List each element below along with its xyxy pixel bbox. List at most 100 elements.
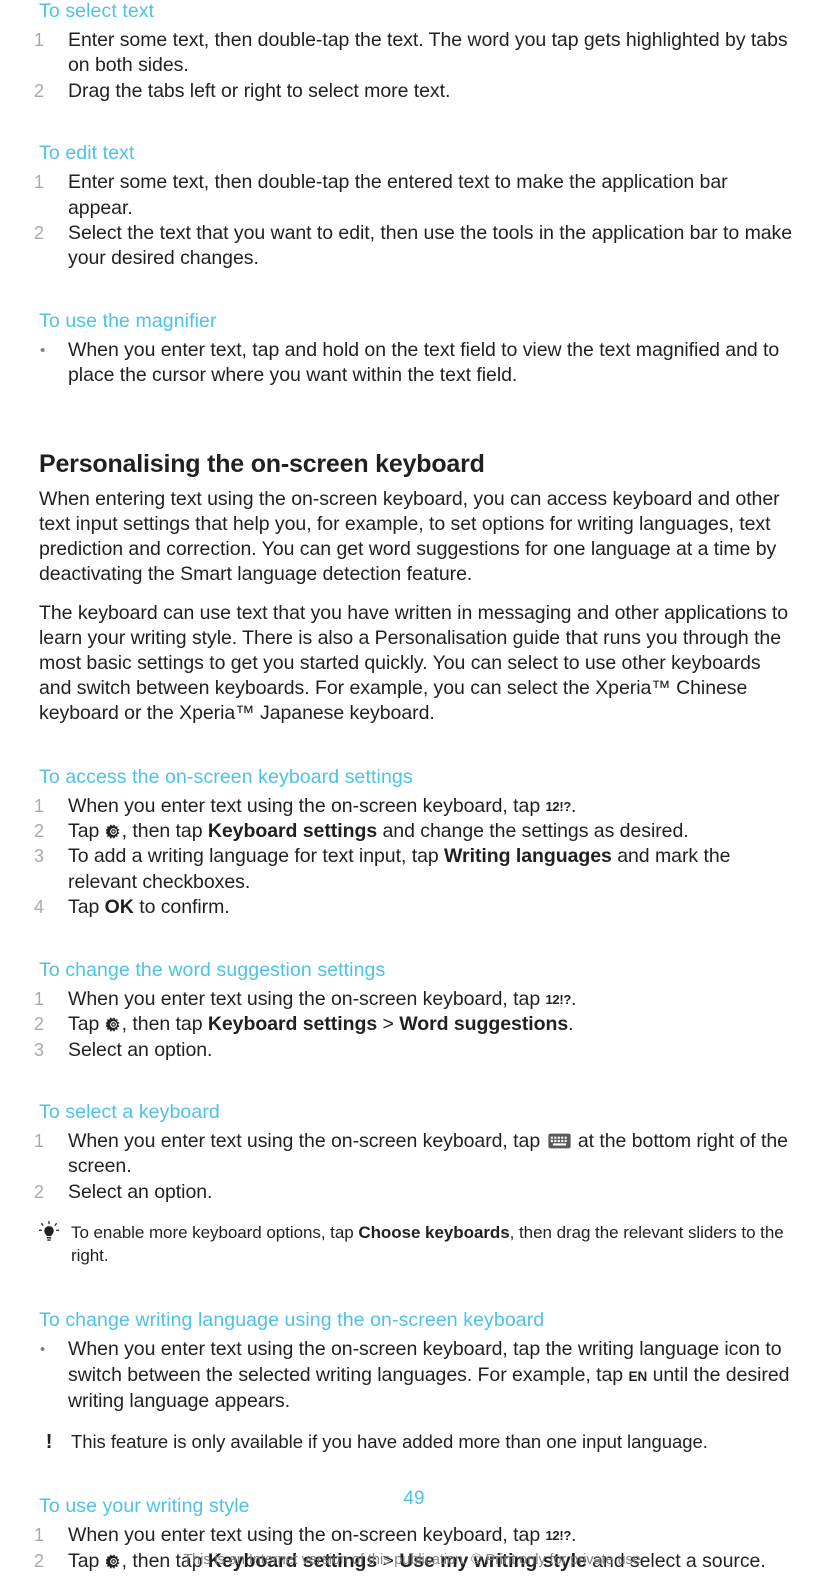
step-text: Drag the tabs left or right to select mo… xyxy=(68,79,451,102)
step-marker: 2 xyxy=(34,1014,44,1035)
heading-change-writing-language: To change writing language using the on-… xyxy=(39,1309,545,1332)
step-text: Enter some text, then double-tap the tex… xyxy=(68,29,788,77)
list-item: • When you enter text using the on-scree… xyxy=(34,1337,794,1414)
step-text-suffix: to confirm. xyxy=(133,896,230,919)
step-text-prefix: Tap xyxy=(68,820,105,843)
step-marker: 3 xyxy=(34,846,44,867)
page-number: 49 xyxy=(403,1488,425,1509)
step-text-suffix: and change the settings as desired. xyxy=(377,820,689,843)
tip-callout: To enable more keyboard options, tap Cho… xyxy=(34,1221,794,1267)
gear-icon xyxy=(105,821,121,839)
steps-word-suggestion: 1 When you enter text using the on-scree… xyxy=(34,987,794,1063)
step-text: Enter some text, then double-tap the ent… xyxy=(68,171,728,219)
step-text: Select the text that you want to edit, t… xyxy=(68,222,793,270)
note-callout: ! This feature is only available if you … xyxy=(34,1430,794,1453)
numbers-symbols-key-icon: 12!? xyxy=(545,798,572,814)
step-text-prefix: To add a writing language for text input… xyxy=(68,845,445,868)
list-item: 4 Tap OK to confirm. xyxy=(34,895,794,920)
list-item: 2 Select the text that you want to edit,… xyxy=(34,221,794,272)
lightbulb-tip-icon xyxy=(36,1221,62,1245)
list-item: 2 Tap , then tap Keyboard settings and c… xyxy=(34,819,794,844)
list-item: • When you enter text, tap and hold on t… xyxy=(34,338,794,389)
exclamation-note-icon: ! xyxy=(45,1431,53,1454)
ui-label-choose-keyboards: Choose keyboards xyxy=(358,1223,510,1243)
bullet-marker: • xyxy=(40,341,46,359)
step-marker: 1 xyxy=(34,1525,44,1546)
list-item: 3 Select an option. xyxy=(34,1038,794,1063)
bullet-marker: • xyxy=(40,1341,46,1359)
step-marker: 4 xyxy=(34,897,44,918)
heading-to-select-text: To select text xyxy=(39,0,155,22)
steps-edit-text: 1 Enter some text, then double-tap the e… xyxy=(34,170,794,272)
heading-to-edit-text: To edit text xyxy=(39,142,135,165)
footer-copyright: This is an Internet version of this publ… xyxy=(183,1552,645,1568)
step-marker: 3 xyxy=(34,1039,44,1060)
heading-access-keyboard-settings: To access the on-screen keyboard setting… xyxy=(39,765,413,788)
heading-word-suggestion-settings: To change the word suggestion settings xyxy=(39,958,386,981)
ui-label-word-suggestions: Word suggestions xyxy=(399,1013,569,1036)
steps-magnifier: • When you enter text, tap and hold on t… xyxy=(34,338,794,389)
step-text-prefix: When you enter text using the on-screen … xyxy=(68,1524,546,1547)
ui-label-keyboard-settings: Keyboard settings xyxy=(207,820,378,843)
list-item: 1 Enter some text, then double-tap the e… xyxy=(34,170,794,221)
step-text-prefix: Tap xyxy=(68,896,105,919)
ui-label-ok: OK xyxy=(104,896,134,919)
list-item: 3 To add a writing language for text inp… xyxy=(34,844,794,895)
ui-label-writing-languages: Writing languages xyxy=(444,845,612,868)
step-text-mid: , then tap xyxy=(121,820,208,843)
list-item: 2 Tap , then tap Keyboard settings > Wor… xyxy=(34,1012,794,1037)
step-text-suffix: . xyxy=(571,794,577,817)
page-content: To select text 1 Enter some text, then d… xyxy=(34,0,794,1574)
ui-label-keyboard-settings: Keyboard settings xyxy=(207,1013,378,1036)
list-item: 1 Enter some text, then double-tap the t… xyxy=(34,28,794,79)
steps-access-settings: 1 When you enter text using the on-scree… xyxy=(34,794,794,921)
paragraph: When entering text using the on-screen k… xyxy=(39,487,780,585)
step-marker: 1 xyxy=(34,795,44,816)
ui-separator: > xyxy=(377,1013,400,1036)
step-text-suffix: . xyxy=(571,987,577,1010)
step-marker: 1 xyxy=(34,1130,44,1151)
list-item: 1 When you enter text using the on-scree… xyxy=(34,987,794,1012)
numbers-symbols-key-icon: 12!? xyxy=(545,991,572,1007)
list-item: 1 When you enter text using the on-scree… xyxy=(34,1523,794,1548)
language-key-icon: EN xyxy=(628,1368,648,1384)
heading-to-use-the-magnifier: To use the magnifier xyxy=(39,309,217,332)
step-marker: 1 xyxy=(34,172,44,193)
step-text: Select an option. xyxy=(68,1180,213,1203)
step-marker: 2 xyxy=(34,1181,44,1202)
keyboard-icon xyxy=(547,1131,571,1149)
step-marker: 2 xyxy=(34,80,44,101)
step-text-prefix: When you enter text using the on-screen … xyxy=(68,987,546,1010)
step-marker: 1 xyxy=(34,988,44,1009)
step-marker: 1 xyxy=(34,30,44,50)
list-item: 1 When you enter text using the on-scree… xyxy=(34,794,794,819)
step-text: Select an option. xyxy=(68,1038,213,1061)
steps-change-writing-language: • When you enter text using the on-scree… xyxy=(34,1337,794,1414)
list-item: 2 Select an option. xyxy=(34,1180,794,1205)
step-marker: 2 xyxy=(34,223,44,244)
manual-page: To select text 1 Enter some text, then d… xyxy=(0,0,828,1590)
list-item: 1 When you enter text using the on-scree… xyxy=(34,1129,794,1180)
step-marker: 2 xyxy=(34,821,44,842)
note-text: This feature is only available if you ha… xyxy=(71,1431,708,1453)
tip-text-prefix: To enable more keyboard options, tap xyxy=(71,1223,359,1243)
step-text-suffix: . xyxy=(568,1013,574,1036)
numbers-symbols-key-icon: 12!? xyxy=(545,1528,572,1544)
step-text-mid: , then tap xyxy=(121,1013,208,1036)
heading-select-a-keyboard: To select a keyboard xyxy=(39,1100,220,1123)
steps-select-keyboard: 1 When you enter text using the on-scree… xyxy=(34,1129,794,1205)
list-item: 2 Drag the tabs left or right to select … xyxy=(34,79,794,104)
step-text-suffix: . xyxy=(571,1524,577,1547)
step-text: When you enter text, tap and hold on the… xyxy=(68,338,780,387)
steps-select-text: 1 Enter some text, then double-tap the t… xyxy=(34,28,794,104)
step-text-prefix: Tap xyxy=(68,1013,105,1036)
step-text-prefix: When you enter text using the on-screen … xyxy=(68,1129,546,1152)
page-title: Personalising the on-screen keyboard xyxy=(39,449,485,478)
